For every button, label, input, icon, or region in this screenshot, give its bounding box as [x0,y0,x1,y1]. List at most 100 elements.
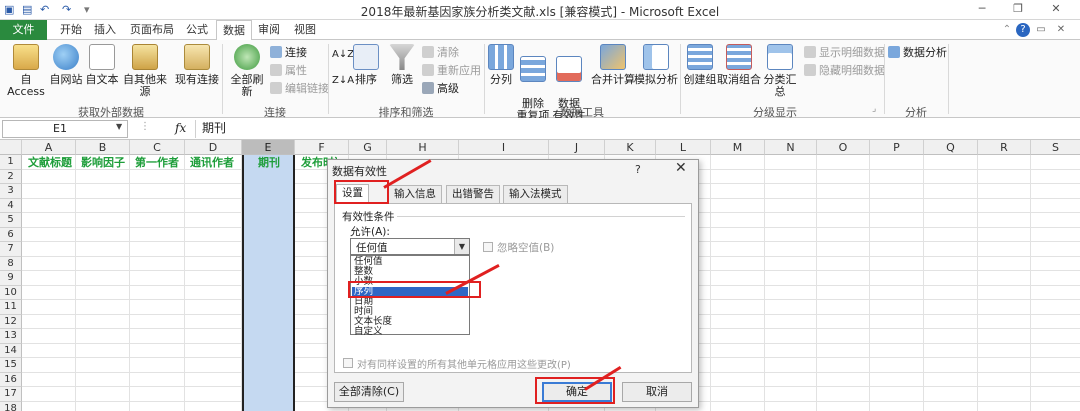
column-header-k[interactable]: K [605,140,656,155]
column-header-e[interactable]: E [242,140,295,155]
cell-e1[interactable]: 期刊 [244,155,294,170]
outline-dialog-launcher-icon[interactable]: ⌟ [872,104,876,114]
name-box-dropdown-icon[interactable]: ▼ [116,122,122,131]
tab-formulas[interactable]: 公式 [180,20,214,40]
row-header-9[interactable]: 9 [0,271,22,286]
column-header-n[interactable]: N [765,140,817,155]
tab-insert[interactable]: 插入 [88,20,122,40]
clear-filter-button[interactable]: 清除 [422,46,459,60]
group-button[interactable]: 创建组 [682,44,718,86]
tab-file[interactable]: 文件 [0,20,47,40]
allow-select[interactable]: 任何值 ▼ [350,238,470,255]
sort-ascending-icon[interactable]: A↓Z [332,48,354,62]
cell-d1[interactable]: 通讯作者 [186,155,241,170]
minimize-ribbon-icon[interactable]: ⌃ [1000,23,1014,37]
ungroup-button[interactable]: 取消组合 [716,44,762,86]
what-if-analysis-button[interactable]: 模拟分析 [634,44,678,86]
column-header-h[interactable]: H [387,140,459,155]
ignore-blank-checkbox[interactable] [483,242,493,252]
tab-data[interactable]: 数据 [216,20,252,41]
cell-c1[interactable]: 第一作者 [131,155,185,170]
option-custom[interactable]: 自定义 [352,327,468,337]
column-header-g[interactable]: G [349,140,387,155]
select-all-corner[interactable] [0,140,22,155]
column-header-m[interactable]: M [711,140,765,155]
column-header-q[interactable]: Q [924,140,978,155]
refresh-all-button[interactable]: 全部刷新 [226,44,268,98]
reapply-button[interactable]: 重新应用 [422,64,481,78]
from-other-sources-button[interactable]: 自其他来源 [118,44,172,98]
subtotal-button[interactable]: 分类汇总 [760,44,800,98]
row-header-3[interactable]: 3 [0,184,22,199]
row-header-1[interactable]: 1 [0,155,22,170]
from-text-button[interactable]: 自文本 [84,44,120,86]
row-header-13[interactable]: 13 [0,329,22,344]
column-header-j[interactable]: J [549,140,605,155]
properties-button[interactable]: 属性 [270,64,307,78]
cancel-button[interactable]: 取消 [622,382,692,402]
row-header-5[interactable]: 5 [0,213,22,228]
row-header-11[interactable]: 11 [0,300,22,315]
from-web-button[interactable]: 自网站 [48,44,84,86]
filter-button[interactable]: 筛选 [388,44,416,86]
row-header-6[interactable]: 6 [0,227,22,242]
dialog-help-button[interactable]: ? [635,163,641,176]
row-header-12[interactable]: 12 [0,314,22,329]
advanced-filter-button[interactable]: 高级 [422,82,459,96]
restore-window-icon[interactable]: ▭ [1034,23,1048,37]
row-header-17[interactable]: 17 [0,387,22,402]
column-header-d[interactable]: D [185,140,242,155]
row-header-4[interactable]: 4 [0,198,22,213]
text-to-columns-button[interactable]: 分列 [488,44,514,86]
name-box[interactable]: E1 [2,120,128,138]
row-header-16[interactable]: 16 [0,372,22,387]
tab-page-layout[interactable]: 页面布局 [124,20,180,40]
close-icon[interactable]: ✕ [1044,2,1068,18]
apply-all-checkbox[interactable] [343,358,353,368]
edit-links-button[interactable]: 编辑链接 [270,82,329,96]
data-analysis-button[interactable]: 数据分析 [888,46,947,60]
tab-input-message[interactable]: 输入信息 [388,185,442,203]
existing-connections-button[interactable]: 现有连接 [174,44,220,86]
tab-ime-mode[interactable]: 输入法模式 [503,185,568,203]
consolidate-button[interactable]: 合并计算 [590,44,636,86]
column-header-i[interactable]: I [459,140,549,155]
column-header-c[interactable]: C [130,140,185,155]
help-icon[interactable]: ? [1016,23,1030,37]
row-header-18[interactable]: 18 [0,401,22,411]
row-header-8[interactable]: 8 [0,256,22,271]
row-header-14[interactable]: 14 [0,343,22,358]
tab-review[interactable]: 审阅 [252,20,286,40]
column-header-p[interactable]: P [870,140,924,155]
minimize-icon[interactable]: ─ [970,2,994,18]
sort-button[interactable]: 排序 [352,44,380,86]
close-workbook-icon[interactable]: ✕ [1054,23,1068,37]
dialog-close-icon[interactable]: ✕ [675,160,687,176]
cell-a1[interactable]: 文献标题 [24,155,76,170]
hide-detail-button[interactable]: 隐藏明细数据 [804,64,885,78]
from-access-button[interactable]: 自 Access [4,44,48,98]
show-detail-button[interactable]: 显示明细数据 [804,46,885,60]
column-header-l[interactable]: L [656,140,711,155]
column-header-r[interactable]: R [978,140,1031,155]
tab-error-alert[interactable]: 出错警告 [446,185,500,203]
cell-b1[interactable]: 影响因子 [77,155,130,170]
row-header-2[interactable]: 2 [0,169,22,184]
chevron-down-icon[interactable]: ▼ [454,239,469,254]
clear-all-button[interactable]: 全部清除(C) [334,382,404,402]
insert-function-button[interactable]: fx [175,121,186,135]
row-header-7[interactable]: 7 [0,242,22,257]
column-header-f[interactable]: F [295,140,349,155]
column-header-a[interactable]: A [22,140,76,155]
restore-icon[interactable]: ❐ [1006,2,1030,18]
tab-view[interactable]: 视图 [288,20,322,40]
column-header-o[interactable]: O [817,140,870,155]
sort-descending-icon[interactable]: Z↓A [332,74,354,88]
row-header-15[interactable]: 15 [0,358,22,373]
row-header-10[interactable]: 10 [0,285,22,300]
tab-home[interactable]: 开始 [54,20,88,40]
formula-input[interactable]: 期刊 [195,120,1075,138]
column-header-b[interactable]: B [76,140,130,155]
connections-button[interactable]: 连接 [270,46,307,60]
column-header-s[interactable]: S [1031,140,1080,155]
